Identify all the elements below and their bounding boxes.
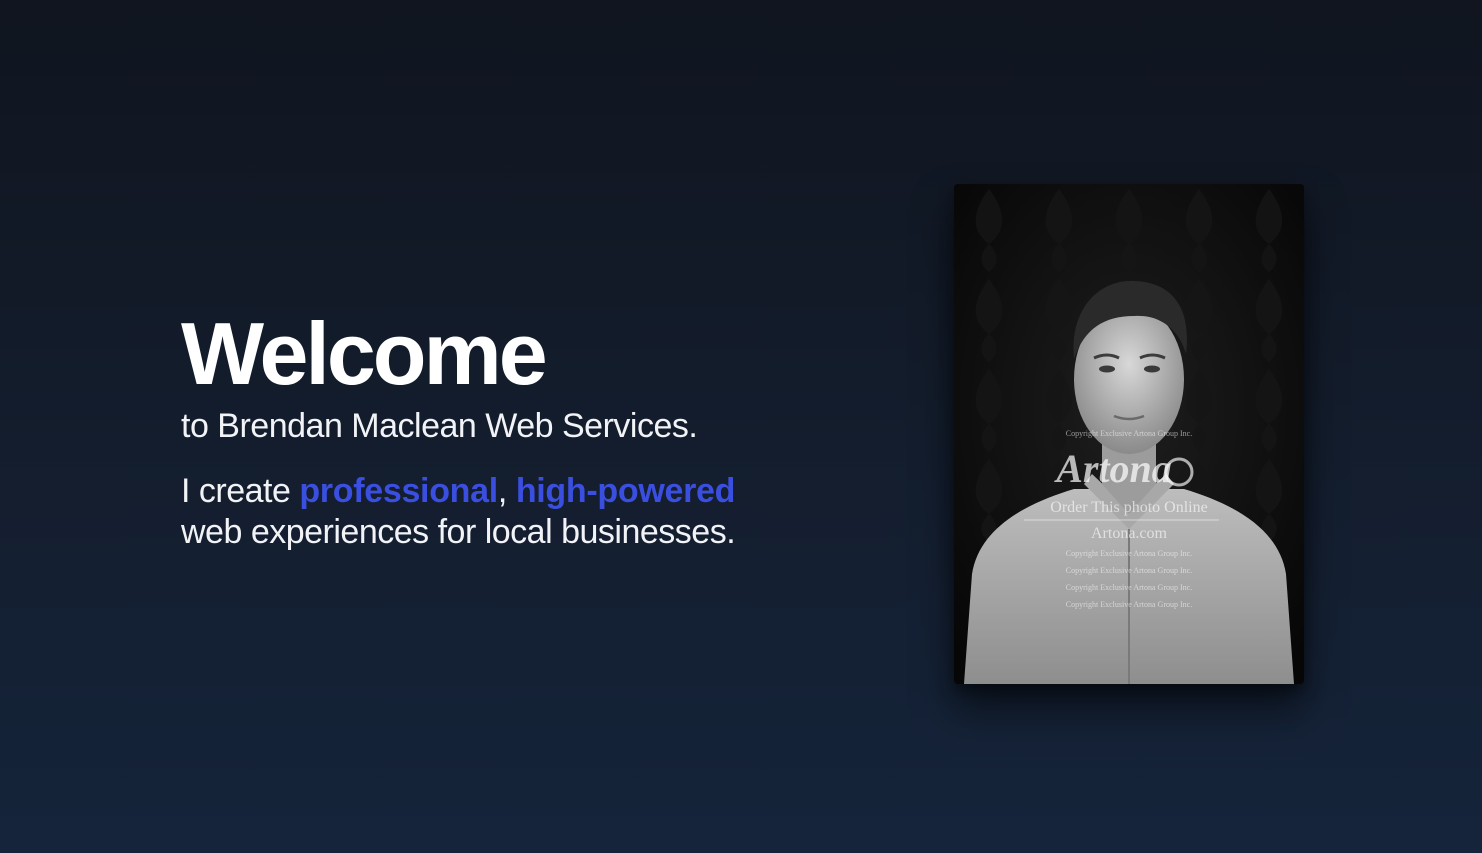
pitch-suffix: web experiences for local businesses.: [181, 512, 736, 551]
hero-pitch: I create professional, high-powered web e…: [181, 471, 821, 551]
watermark-copyright-2: Copyright Exclusive Artona Group Inc.: [1066, 549, 1192, 558]
highlight-high-powered: high-powered: [515, 472, 736, 511]
watermark-copyright-3: Copyright Exclusive Artona Group Inc.: [1066, 566, 1192, 575]
pitch-prefix: I create: [181, 472, 300, 511]
portrait-image: Copyright Exclusive Artona Group Inc. Ar…: [954, 184, 1304, 684]
watermark-copyright-4: Copyright Exclusive Artona Group Inc.: [1066, 583, 1192, 592]
watermark-site: Artona.com: [1091, 525, 1168, 542]
hero-section: Welcome to Brendan Maclean Web Services.…: [181, 300, 821, 552]
watermark-brand: Artona: [1053, 446, 1172, 491]
hero-subtitle: to Brendan Maclean Web Services.: [181, 407, 698, 445]
portrait-photo: Copyright Exclusive Artona Group Inc. Ar…: [954, 184, 1304, 684]
pitch-separator: ,: [497, 472, 516, 511]
watermark-order: Order This photo Online: [1050, 499, 1207, 516]
highlight-professional: professional: [299, 472, 498, 511]
watermark-copyright-5: Copyright Exclusive Artona Group Inc.: [1066, 600, 1192, 609]
page-title: Welcome: [181, 304, 548, 403]
watermark-copyright: Copyright Exclusive Artona Group Inc.: [1066, 429, 1192, 438]
